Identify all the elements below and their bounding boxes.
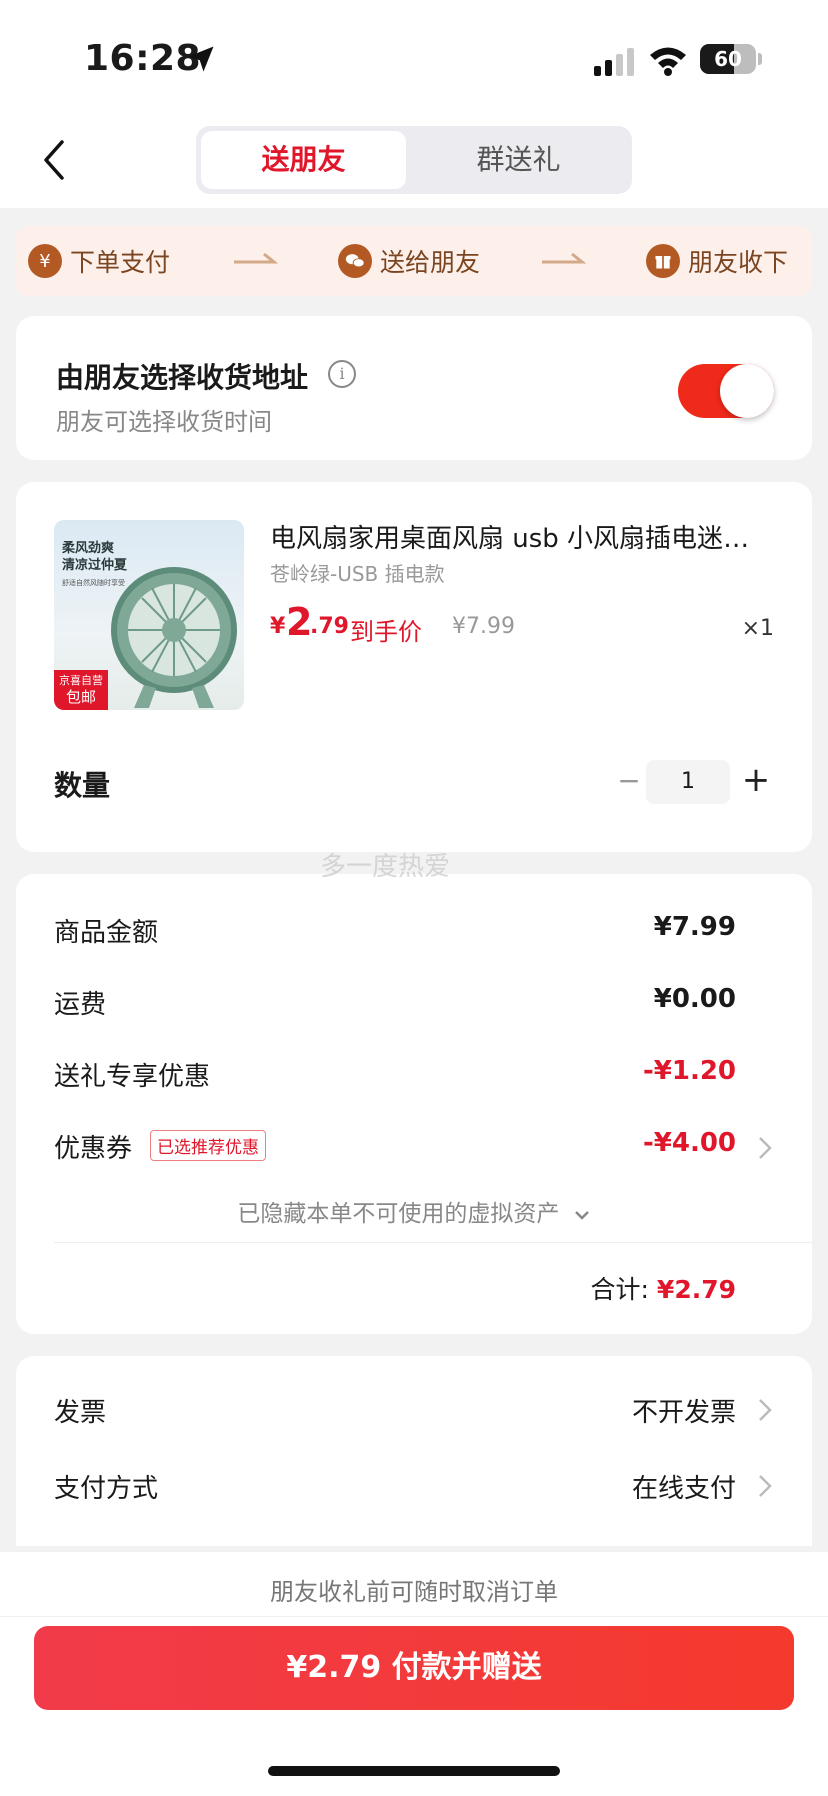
chevron-right-icon[interactable] xyxy=(756,1472,774,1500)
step-label: 下单支付 xyxy=(70,248,171,277)
wechat-icon xyxy=(338,244,372,278)
gift-icon xyxy=(646,244,680,278)
goods-amount-row: 商品金额 ¥7.99 xyxy=(54,912,736,952)
nav-bar: 送朋友 群送礼 xyxy=(0,112,828,208)
goods-amount-label: 商品金额 xyxy=(54,918,159,948)
location-arrow-icon xyxy=(188,46,214,72)
total-row: 合计: ¥2.79 xyxy=(591,1270,736,1306)
toggle-knob xyxy=(720,364,774,418)
payment-method-row[interactable]: 支付方式 在线支付 xyxy=(54,1468,736,1508)
cellular-signal-icon xyxy=(594,48,634,76)
hidden-assets-toggle[interactable]: 已隐藏本单不可使用的虚拟资产 xyxy=(16,1194,812,1228)
goods-amount-value: ¥7.99 xyxy=(653,912,736,942)
quantity-label: 数量 xyxy=(54,769,111,802)
hidden-assets-note: 已隐藏本单不可使用的虚拟资产 xyxy=(237,1201,560,1227)
chevron-right-icon[interactable] xyxy=(756,1134,774,1162)
battery-icon: 60 xyxy=(700,44,756,74)
gift-steps-bar: ¥ 下单支付 送给朋友 朋友收下 xyxy=(16,226,812,296)
product-image-caption: 舒适自然风随时享受 xyxy=(62,579,125,587)
price-integer: 2 xyxy=(286,600,313,644)
pay-and-gift-button[interactable]: ¥2.79 付款并赠送 xyxy=(34,1626,794,1710)
payment-method-value: 在线支付 xyxy=(631,1474,736,1504)
watermark: 多一度热爱 xyxy=(320,852,451,882)
free-shipping-badge: 京喜自营 包邮 xyxy=(54,670,108,710)
divider xyxy=(54,1242,812,1243)
quantity-input[interactable]: 1 xyxy=(646,760,730,804)
coupon-tag: 已选推荐优惠 xyxy=(150,1130,266,1161)
status-time: 16:28 xyxy=(84,38,202,79)
battery-cap xyxy=(758,53,762,65)
price-label: 到手价 xyxy=(350,618,422,646)
battery-percent: 60 xyxy=(714,47,742,71)
coupon-row[interactable]: 优惠券 已选推荐优惠 -¥4.00 xyxy=(54,1128,736,1168)
coupon-value: -¥4.00 xyxy=(642,1128,736,1158)
address-option-card: 由朋友选择收货地址 i 朋友可选择收货时间 xyxy=(16,316,812,460)
step-label: 朋友收下 xyxy=(688,248,789,277)
badge-bottom: 包邮 xyxy=(65,688,96,706)
shipping-row: 运费 ¥0.00 xyxy=(54,984,736,1024)
payment-method-label: 支付方式 xyxy=(54,1474,159,1504)
coupon-label: 优惠券 xyxy=(54,1134,133,1164)
product-image[interactable]: 柔风劲爽 清凉过仲夏 舒适自然风随时享受 京喜自营 包邮 xyxy=(54,520,244,710)
shipping-label: 运费 xyxy=(54,990,107,1020)
address-option-subtitle: 朋友可选择收货时间 xyxy=(56,408,272,436)
product-card: 柔风劲爽 清凉过仲夏 舒适自然风随时享受 京喜自营 包邮 电风扇家用桌面风扇 us… xyxy=(16,482,812,852)
product-variant: 苍岭绿-USB 插电款 xyxy=(270,562,445,586)
quantity-decrease-button[interactable]: − xyxy=(614,766,644,796)
status-bar: 16:28 60 xyxy=(0,0,828,112)
step-pay: ¥ 下单支付 xyxy=(28,240,170,282)
price-summary-card: 商品金额 ¥7.99 运费 ¥0.00 送礼专享优惠 -¥1.20 优惠券 已选… xyxy=(16,874,812,1334)
yen-coin-icon: ¥ xyxy=(28,244,62,278)
total-label: 合计: xyxy=(590,1275,649,1304)
divider xyxy=(0,1616,828,1617)
wifi-icon xyxy=(650,47,686,76)
arrow-right-icon xyxy=(542,252,586,264)
gift-discount-label: 送礼专享优惠 xyxy=(54,1062,211,1092)
original-price: ¥7.99 xyxy=(452,614,515,639)
shipping-value: ¥0.00 xyxy=(653,984,736,1014)
tab-group-gift[interactable]: 群送礼 xyxy=(410,131,627,189)
home-indicator xyxy=(268,1766,560,1776)
quantity-increase-button[interactable]: + xyxy=(738,762,774,798)
total-value: ¥2.79 xyxy=(656,1275,736,1304)
invoice-row[interactable]: 发票 不开发票 xyxy=(54,1392,736,1432)
gift-discount-value: -¥1.20 xyxy=(642,1056,736,1086)
step-receive: 朋友收下 xyxy=(646,240,788,282)
arrow-right-icon xyxy=(234,252,278,264)
address-by-friend-toggle[interactable] xyxy=(678,364,774,418)
cancel-note: 朋友收礼前可随时取消订单 xyxy=(270,1578,558,1606)
info-icon[interactable]: i xyxy=(328,360,356,388)
step-send: 送给朋友 xyxy=(338,240,480,282)
product-quantity: ×1 xyxy=(741,616,774,641)
price-decimal: .79 xyxy=(310,614,349,639)
gift-mode-switch: 送朋友 群送礼 xyxy=(196,126,632,194)
back-chevron-icon[interactable] xyxy=(36,136,76,184)
invoice-value: 不开发票 xyxy=(631,1398,736,1428)
price-symbol: ¥ xyxy=(270,614,286,639)
bottom-bar: 朋友收礼前可随时取消订单 ¥2.79 付款并赠送 xyxy=(0,1552,828,1796)
gift-discount-row: 送礼专享优惠 -¥1.20 xyxy=(54,1056,736,1096)
chevron-right-icon[interactable] xyxy=(756,1396,774,1424)
tab-send-friend[interactable]: 送朋友 xyxy=(201,131,406,189)
badge-top: 京喜自营 xyxy=(59,674,103,687)
step-label: 送给朋友 xyxy=(380,248,481,277)
invoice-label: 发票 xyxy=(54,1398,107,1428)
chevron-down-icon xyxy=(574,1210,589,1220)
invoice-payment-card: 发票 不开发票 支付方式 在线支付 xyxy=(16,1356,812,1546)
address-option-title: 由朋友选择收货地址 xyxy=(56,361,309,394)
fan-illustration xyxy=(111,567,237,708)
product-title[interactable]: 电风扇家用桌面风扇 usb 小风扇插电迷你... xyxy=(270,518,770,555)
product-image-slogan: 柔风劲爽 清凉过仲夏 xyxy=(62,541,128,573)
